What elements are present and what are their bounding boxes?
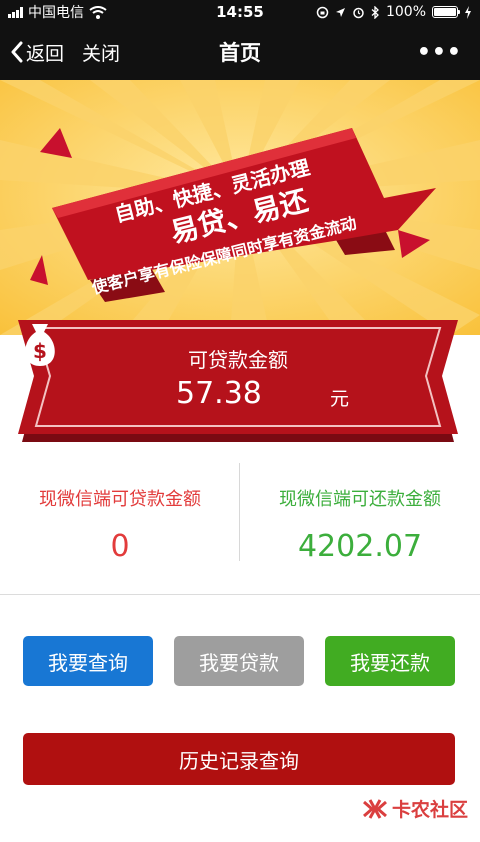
status-time: 14:55 [216,3,264,21]
loanable-label: 现微信端可贷款金额 [39,489,201,510]
back-button[interactable]: 返回 [10,39,64,66]
loanable-value: 0 [110,529,130,564]
svg-text:$: $ [33,339,47,363]
loanable-stat: 现微信端可贷款金额 0 [0,455,240,585]
repayable-stat: 现微信端可还款金额 4202.07 [240,455,480,585]
loan-button[interactable]: 我要贷款 [174,636,304,686]
screen-lock-icon [316,6,329,18]
loan-amount-unit: 元 [330,388,350,410]
back-label: 返回 [26,42,65,65]
bluetooth-icon [371,5,379,19]
nav-bar: 返回 关闭 首页 ••• [0,24,480,80]
repayable-label: 现微信端可还款金额 [279,489,441,510]
chevron-left-icon [11,41,23,63]
signal-icon [8,6,23,18]
location-icon [335,7,345,17]
promo-banner: 自助、快捷、灵活办理 易贷、易还 使客户享有保险保障同时享有资金流动 [0,80,480,335]
repay-button[interactable]: 我要还款 [325,636,455,686]
wifi-icon [89,5,107,19]
loan-amount-value: 57.38 [176,376,262,411]
money-bag-icon: $ [25,324,55,366]
page-title: 首页 [219,41,261,65]
battery-percent: 100% [385,4,426,20]
banner-graphic: 自助、快捷、灵活办理 易贷、易还 使客户享有保险保障同时享有资金流动 [0,80,480,335]
balance-stats: 现微信端可贷款金额 0 现微信端可还款金额 4202.07 [0,455,480,585]
carrier-label: 中国电信 [28,5,84,21]
loan-amount-label: 可贷款金额 [188,348,288,372]
watermark: 卡农社区 [362,795,468,822]
status-bar: 中国电信 14:55 100% [0,0,480,24]
section-divider [0,594,480,595]
close-button[interactable]: 关闭 [82,39,120,66]
battery-icon [432,6,460,18]
watermark-logo-icon [362,798,387,819]
more-menu-icon[interactable]: ••• [417,40,462,65]
watermark-text: 卡农社区 [391,799,468,821]
query-button[interactable]: 我要查询 [23,636,153,686]
alarm-icon [353,7,364,18]
repayable-value: 4202.07 [297,529,423,564]
charging-icon [465,5,471,19]
loan-amount-card: $ 可贷款金额 57.38 元 [18,320,458,445]
history-query-button[interactable]: 历史记录查询 [23,733,455,785]
stats-divider [239,463,240,561]
